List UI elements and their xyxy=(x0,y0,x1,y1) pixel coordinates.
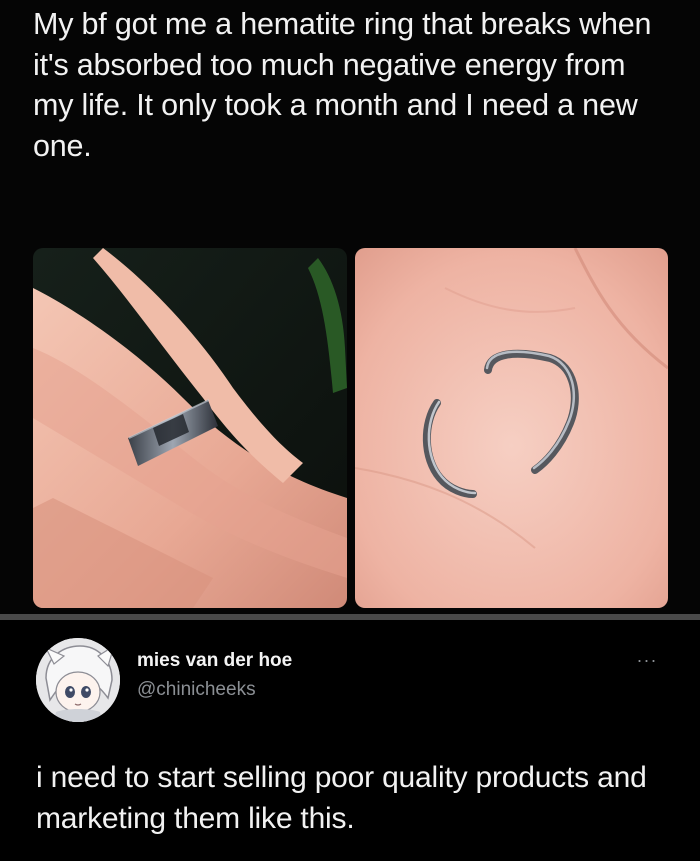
more-options-icon[interactable]: ··· xyxy=(632,650,662,670)
ring-on-finger-photo[interactable] xyxy=(33,248,347,608)
post: My bf got me a hematite ring that breaks… xyxy=(0,0,700,614)
broken-ring-image xyxy=(355,248,668,608)
post-text: My bf got me a hematite ring that breaks… xyxy=(33,7,652,163)
author-handle[interactable]: @chinicheeks xyxy=(137,679,256,701)
author-display-name[interactable]: mies van der hoe xyxy=(137,650,292,672)
reply-tweet[interactable]: mies van der hoe @chinicheeks ··· i need… xyxy=(0,620,700,861)
anime-avatar-image xyxy=(36,638,120,722)
broken-ring-photo[interactable] xyxy=(355,248,668,608)
avatar[interactable] xyxy=(36,638,120,722)
ring-on-finger-image xyxy=(33,248,347,608)
reply-text: i need to start selling poor quality pro… xyxy=(36,761,647,835)
